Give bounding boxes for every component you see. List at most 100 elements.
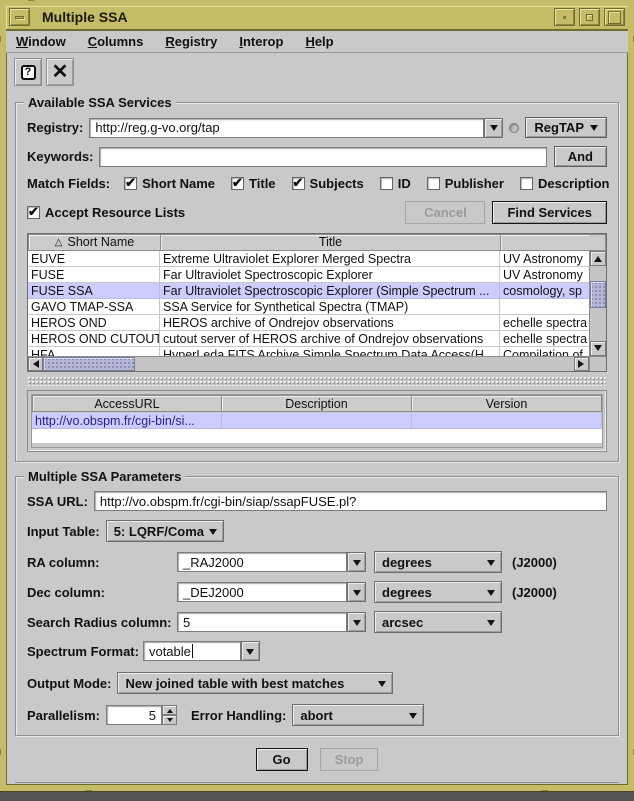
- spinner-down-button[interactable]: [162, 715, 177, 725]
- column-header-subjects[interactable]: [501, 234, 589, 251]
- search-radius-dropdown-button[interactable]: [347, 612, 366, 632]
- input-table-select[interactable]: 5: LQRF/Coma: [106, 520, 224, 542]
- text-caret: [192, 644, 193, 658]
- ra-column-dropdown-button[interactable]: [347, 552, 366, 572]
- panel-title: Available SSA Services: [24, 95, 176, 110]
- checkbox-icon: [380, 177, 393, 190]
- find-services-button[interactable]: Find Services: [492, 201, 607, 224]
- sort-ascending-icon: △: [55, 237, 63, 248]
- match-field-checkbox[interactable]: Title: [231, 176, 276, 191]
- menu-item[interactable]: Registry: [165, 34, 217, 49]
- ra-column-input[interactable]: _RAJ2000: [177, 552, 347, 572]
- table-row[interactable]: http://vo.obspm.fr/cgi-bin/si...: [32, 413, 602, 429]
- table-row[interactable]: EUVE Extreme Ultraviolet Explorer Merged…: [28, 251, 589, 267]
- match-field-checkbox[interactable]: ID: [380, 176, 411, 191]
- arrow-right-icon: [578, 360, 588, 368]
- menu-item[interactable]: Window: [16, 34, 66, 49]
- dec-unit-select[interactable]: degrees: [374, 581, 502, 603]
- scroll-down-button[interactable]: [590, 341, 606, 356]
- services-table: △ Short Name Title EUVE Extreme Ultravio…: [27, 233, 607, 372]
- window-menu-button[interactable]: [9, 8, 30, 26]
- checkbox-icon: [427, 177, 440, 190]
- close-window-button[interactable]: ✕: [46, 58, 74, 86]
- window-minimize-button[interactable]: [579, 8, 600, 26]
- match-field-checkbox[interactable]: Publisher: [427, 176, 504, 191]
- window-iconify-button[interactable]: [554, 8, 575, 26]
- dec-column-dropdown-button[interactable]: [347, 582, 366, 602]
- multiple-ssa-window: Multiple SSA Window Columns Registry Int…: [0, 0, 634, 791]
- radius-unit-select[interactable]: arcsec: [374, 611, 502, 633]
- output-mode-select[interactable]: New joined table with best matches: [117, 672, 393, 694]
- accept-resource-lists-checkbox[interactable]: Accept Resource Lists: [27, 205, 185, 220]
- scroll-left-button[interactable]: [28, 357, 43, 371]
- table-row[interactable]: FUSE SSA Far Ultraviolet Spectroscopic E…: [28, 283, 589, 299]
- frame-joint: [0, 36, 1, 42]
- horizontal-scrollbar[interactable]: [28, 356, 606, 371]
- registry-type-button[interactable]: RegTAP: [525, 117, 607, 138]
- keywords-label: Keywords:: [27, 149, 93, 164]
- frame-joint: [0, 749, 1, 755]
- registry-status-lamp: [509, 123, 519, 133]
- chevron-down-icon: [246, 649, 254, 659]
- table-row[interactable]: HEROS OND CUTOUT cutout server of HEROS …: [28, 331, 589, 347]
- chevron-down-icon: [353, 560, 361, 570]
- column-header-description[interactable]: Description: [222, 395, 412, 412]
- input-table-label: Input Table:: [27, 524, 100, 539]
- menu-item[interactable]: Columns: [88, 34, 144, 49]
- arrow-down-icon: [594, 345, 602, 355]
- column-header-short-name[interactable]: △ Short Name: [28, 234, 161, 251]
- spectrum-format-dropdown-button[interactable]: [241, 641, 260, 661]
- action-button-row: Go Stop: [15, 748, 619, 771]
- spinner-up-button[interactable]: [162, 705, 177, 715]
- go-button[interactable]: Go: [256, 748, 308, 771]
- column-header-accessurl[interactable]: AccessURL: [32, 395, 222, 412]
- window-title: Multiple SSA: [42, 9, 550, 25]
- match-field-checkbox[interactable]: Description: [520, 176, 610, 191]
- table-row[interactable]: FUSE Far Ultraviolet Spectroscopic Explo…: [28, 267, 589, 283]
- spectrum-format-input[interactable]: votable: [143, 641, 241, 661]
- window-maximize-button[interactable]: [604, 8, 625, 26]
- keywords-input[interactable]: [99, 147, 546, 167]
- stop-button[interactable]: Stop: [320, 748, 379, 771]
- registry-input[interactable]: http://reg.g-vo.org/tap: [89, 118, 484, 138]
- registry-dropdown-button[interactable]: [484, 118, 503, 138]
- chevron-down-icon: [409, 713, 417, 723]
- window-content: Available SSA Services Registry: http://…: [6, 91, 628, 801]
- vertical-scroll-thumb[interactable]: [590, 281, 606, 308]
- table-row[interactable]: HFA HyperLeda FITS Archive Simple Spectr…: [28, 347, 589, 356]
- match-field-checkbox[interactable]: Subjects: [292, 176, 364, 191]
- dec-column-input[interactable]: _DEJ2000: [177, 582, 347, 602]
- horizontal-scroll-thumb[interactable]: [43, 357, 135, 371]
- capabilities-table-body: http://vo.obspm.fr/cgi-bin/si...: [32, 413, 602, 429]
- and-button[interactable]: And: [554, 146, 607, 167]
- menu-item[interactable]: Help: [305, 34, 333, 49]
- match-fields-group: Short Name Title Subjects: [124, 176, 609, 191]
- chevron-down-icon: [490, 125, 498, 135]
- chevron-down-icon: [353, 590, 361, 600]
- iconify-icon: [563, 16, 566, 19]
- error-handling-select[interactable]: abort: [292, 704, 424, 726]
- scroll-up-button[interactable]: [590, 251, 606, 266]
- parallelism-spinner[interactable]: 5: [106, 705, 177, 725]
- ssa-url-input[interactable]: http://vo.obspm.fr/cgi-bin/siap/ssapFUSE…: [94, 491, 607, 511]
- help-button[interactable]: ?: [14, 58, 42, 86]
- column-header-title[interactable]: Title: [161, 234, 501, 251]
- ra-unit-select[interactable]: degrees: [374, 551, 502, 573]
- table-row[interactable]: GAVO TMAP-SSA SSA Service for Synthetica…: [28, 299, 589, 315]
- cancel-button[interactable]: Cancel: [405, 201, 485, 224]
- column-header-version[interactable]: Version: [412, 395, 602, 412]
- maximize-icon: [608, 11, 621, 24]
- title-bar[interactable]: Multiple SSA: [6, 6, 628, 31]
- parallelism-input[interactable]: 5: [106, 705, 162, 725]
- status-bar: [15, 782, 619, 801]
- match-field-checkbox[interactable]: Short Name: [124, 176, 215, 191]
- split-pane-divider[interactable]: [28, 377, 606, 386]
- scroll-right-button[interactable]: [574, 357, 589, 371]
- chevron-down-icon: [378, 681, 386, 691]
- table-row[interactable]: HEROS OND HEROS archive of Ondrejov obse…: [28, 315, 589, 331]
- menu-item[interactable]: Interop: [239, 34, 283, 49]
- search-radius-input[interactable]: 5: [177, 612, 347, 632]
- header-corner: [589, 234, 606, 251]
- help-icon: ?: [21, 65, 36, 80]
- vertical-scrollbar[interactable]: [589, 251, 606, 356]
